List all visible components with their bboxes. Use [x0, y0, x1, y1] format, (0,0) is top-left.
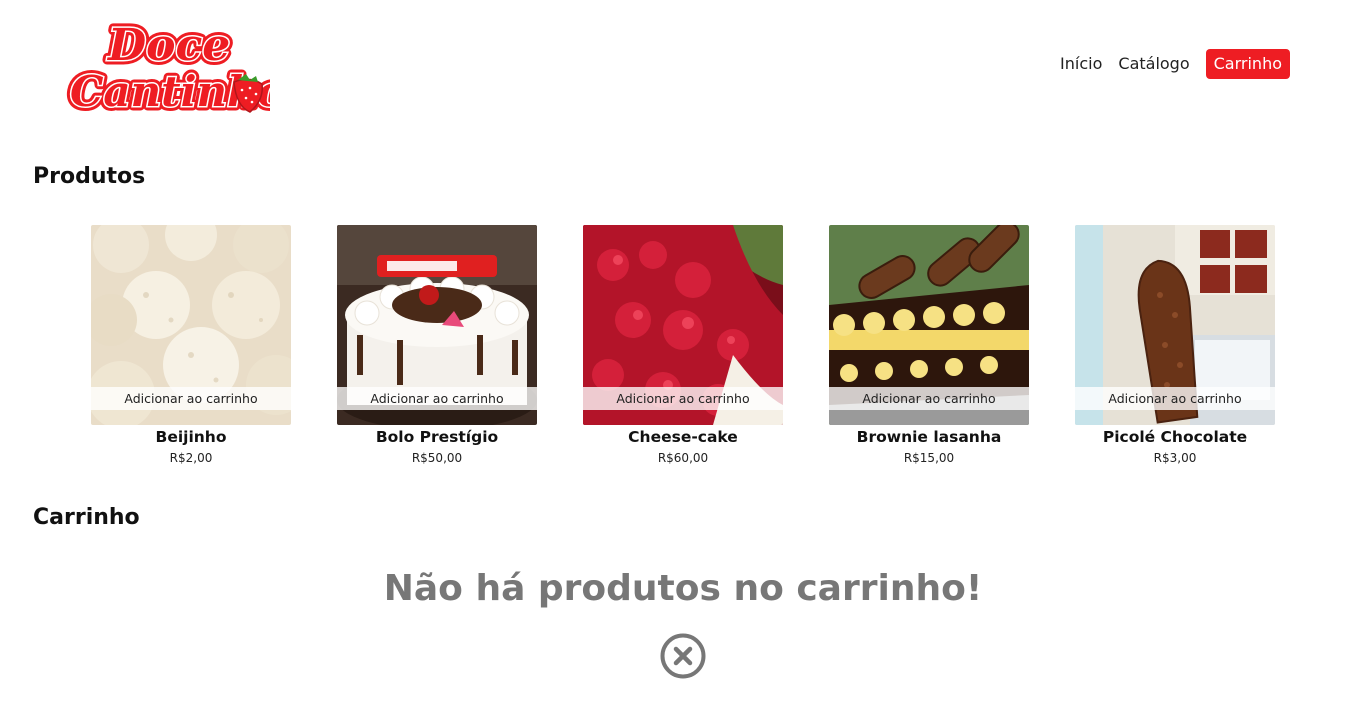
product-price: R$15,00	[903, 451, 955, 465]
add-to-cart-button[interactable]: Adicionar ao carrinho	[91, 387, 291, 410]
product-card: Adicionar ao carrinho Beijinho R$2,00	[91, 225, 291, 465]
add-to-cart-button[interactable]: Adicionar ao carrinho	[1075, 387, 1275, 410]
products-heading: Produtos	[33, 164, 146, 189]
product-card: Adicionar ao carrinho Bolo Prestígio R$5…	[337, 225, 537, 465]
close-circle-icon	[660, 633, 706, 679]
product-price: R$60,00	[657, 451, 709, 465]
logo-word-1-fill: Doce	[106, 20, 230, 71]
add-to-cart-button[interactable]: Adicionar ao carrinho	[337, 387, 537, 410]
product-price: R$2,00	[169, 451, 213, 465]
brand-logo[interactable]: Doce Doce Doce Cantinho Cantinho Cantinh…	[66, 14, 291, 121]
product-card: Adicionar ao carrinho Picolé Chocolate R…	[1075, 225, 1275, 465]
product-card: Adicionar ao carrinho Brownie lasanha R$…	[829, 225, 1029, 465]
cart-empty-message: Não há produtos no carrinho!	[383, 568, 983, 609]
product-price: R$50,00	[411, 451, 463, 465]
nav-inicio[interactable]: Início	[1052, 48, 1110, 80]
product-image: Adicionar ao carrinho	[829, 225, 1029, 425]
product-image: Adicionar ao carrinho	[91, 225, 291, 425]
product-image: Adicionar ao carrinho	[1075, 225, 1275, 425]
add-to-cart-button[interactable]: Adicionar ao carrinho	[829, 387, 1029, 410]
product-name: Beijinho	[155, 428, 227, 446]
product-image: Adicionar ao carrinho	[583, 225, 783, 425]
product-name: Picolé Chocolate	[1102, 428, 1248, 446]
product-price: R$3,00	[1153, 451, 1197, 465]
product-list: Adicionar ao carrinho Beijinho R$2,00 Ad…	[91, 225, 1275, 465]
product-name: Cheese-cake	[628, 428, 738, 446]
add-to-cart-button[interactable]: Adicionar ao carrinho	[583, 387, 783, 410]
cart-heading: Carrinho	[33, 505, 140, 530]
logo-graphic: Doce Doce Doce Cantinho Cantinho Cantinh…	[66, 16, 291, 121]
product-card: Adicionar ao carrinho Cheese-cake R$60,0…	[583, 225, 783, 465]
nav-carrinho[interactable]: Carrinho	[1205, 49, 1290, 79]
nav-catalogo[interactable]: Catálogo	[1110, 48, 1197, 80]
product-image: Adicionar ao carrinho	[337, 225, 537, 425]
product-name: Bolo Prestígio	[375, 428, 499, 446]
product-name: Brownie lasanha	[856, 428, 1002, 446]
main-nav: Início Catálogo Carrinho	[1052, 48, 1290, 80]
